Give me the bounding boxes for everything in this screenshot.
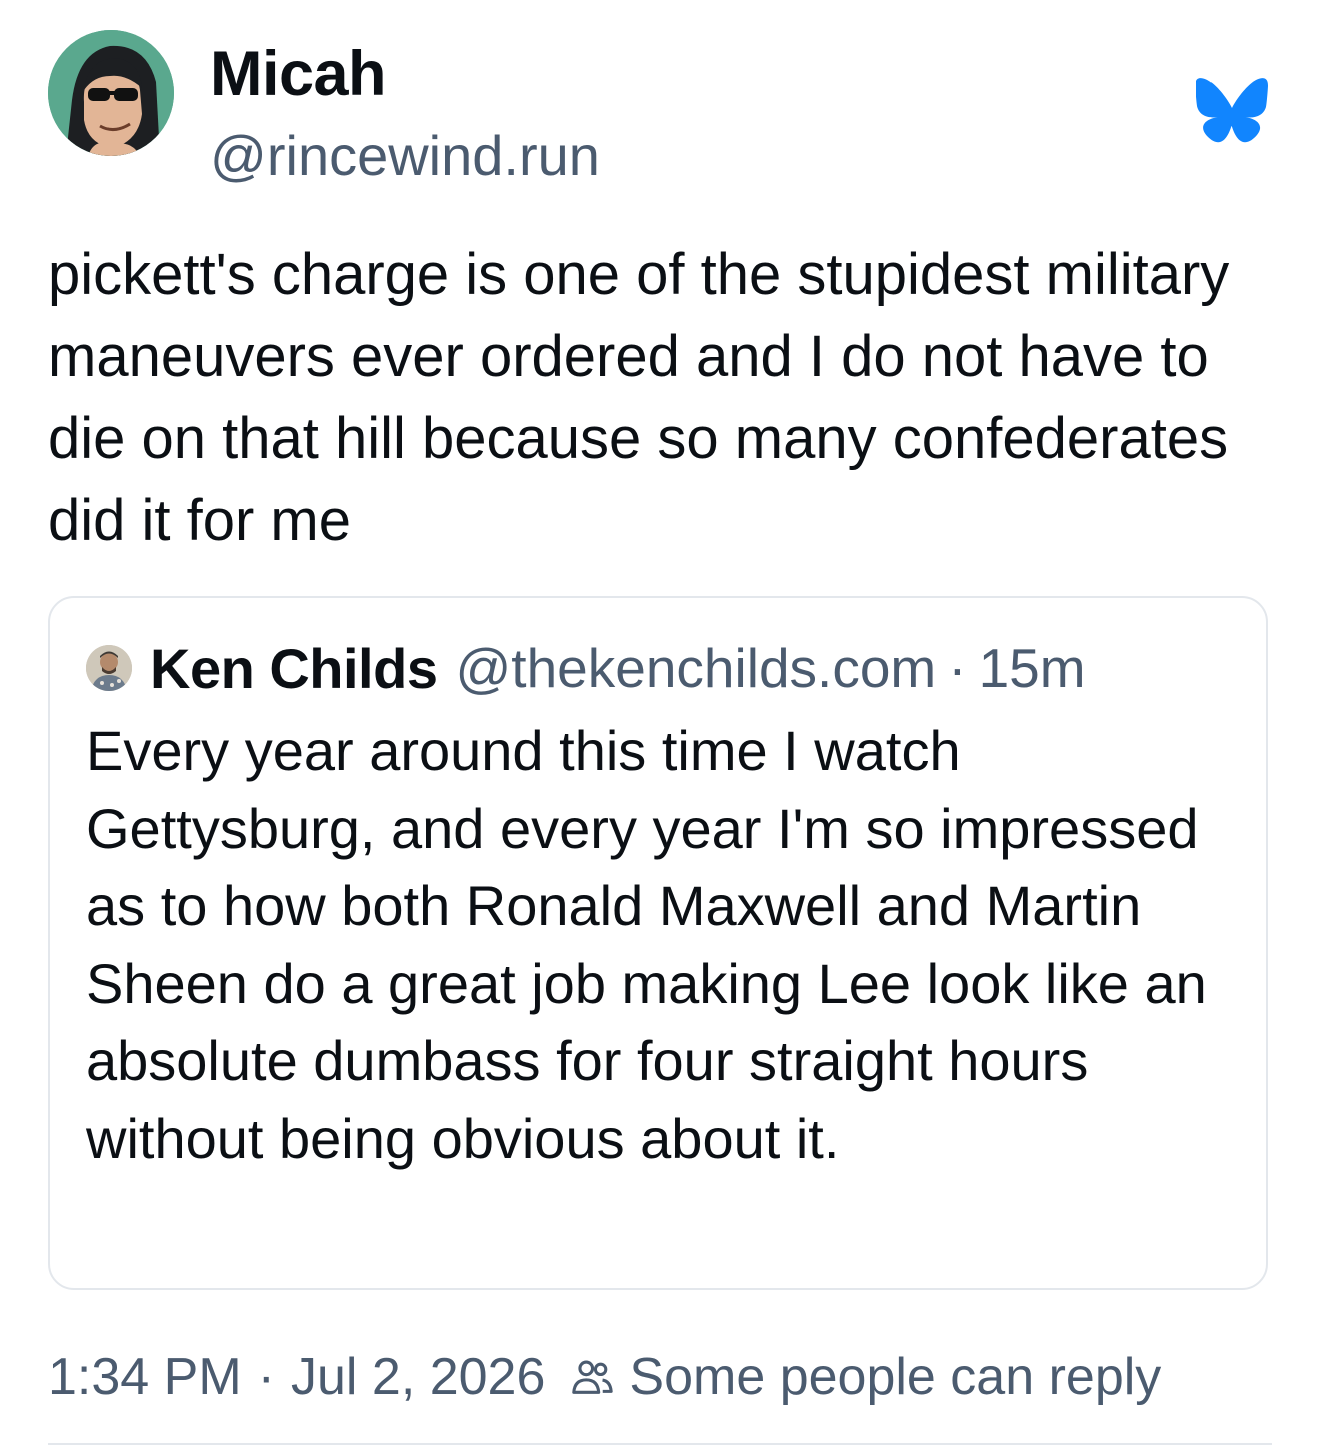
post-text: pickett's charge is one of the stupidest… (48, 242, 1230, 553)
author-display-name[interactable]: Micah (210, 38, 387, 110)
quoted-post-card[interactable]: Ken Childs @thekenchilds.com · 15m Every… (48, 596, 1268, 1290)
post: Micah @rincewind.run pickett's charge is… (0, 0, 1320, 1446)
photo-avatar-icon (86, 645, 132, 691)
cartoon-avatar-icon (48, 30, 174, 156)
quoted-post-time: 15m (978, 637, 1086, 699)
post-time: 1:34 PM (48, 1348, 242, 1406)
reply-setting-label[interactable]: Some people can reply (629, 1347, 1161, 1407)
quoted-author-handle[interactable]: @thekenchilds.com (455, 636, 936, 700)
footer-separator: · (257, 1348, 275, 1406)
author-avatar[interactable] (48, 30, 174, 156)
people-icon (572, 1360, 614, 1394)
post-footer: 1:34 PM · Jul 2, 2026 Some people can re… (48, 1342, 1161, 1412)
divider (48, 1443, 1272, 1445)
bluesky-butterfly-icon[interactable] (1196, 78, 1268, 144)
quoted-post-text: Every year around this time I watch Gett… (86, 719, 1207, 1170)
quoted-post-separator: · (948, 637, 967, 699)
quoted-post-header: Ken Childs @thekenchilds.com · 15m (86, 630, 1086, 706)
post-date: Jul 2, 2026 (290, 1348, 546, 1406)
author-handle[interactable]: @rincewind.run (210, 122, 600, 189)
quoted-author-display-name[interactable]: Ken Childs (150, 636, 438, 701)
quoted-author-avatar[interactable] (86, 645, 132, 691)
